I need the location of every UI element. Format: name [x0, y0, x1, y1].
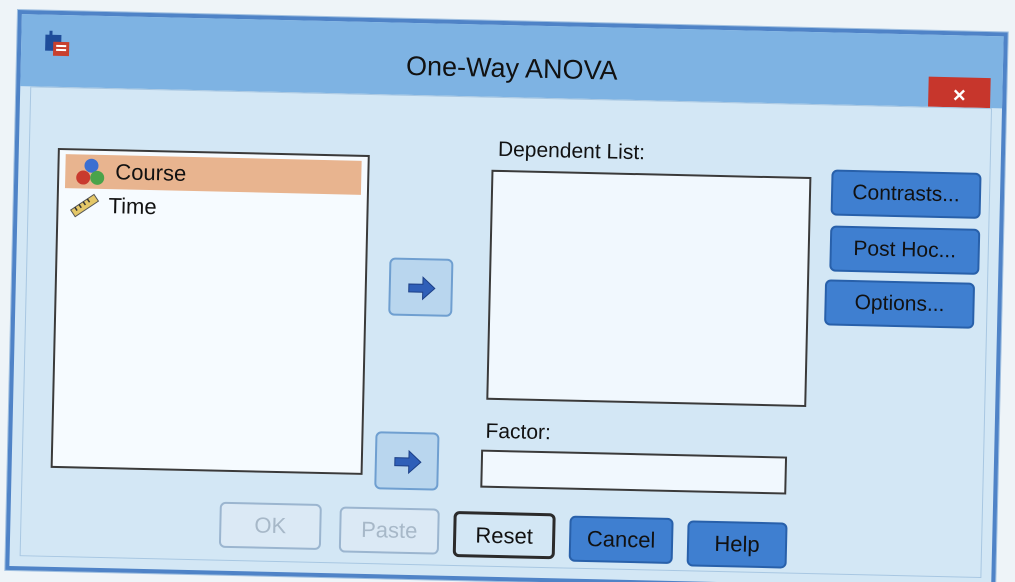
dependent-list-label: Dependent List: [497, 137, 646, 165]
dependent-list[interactable] [486, 169, 812, 407]
move-to-factor-button[interactable] [374, 431, 440, 491]
one-way-anova-dialog: One-Way ANOVA × Course Time Dependent Li… [5, 10, 1008, 582]
scale-variable-icon [66, 190, 103, 221]
nominal-variable-icon [73, 156, 110, 187]
variable-label: Course [115, 159, 187, 186]
post-hoc-button[interactable]: Post Hoc... [829, 225, 981, 275]
factor-field[interactable] [480, 449, 788, 495]
right-arrow-icon [394, 449, 422, 475]
paste-button[interactable]: Paste [338, 506, 440, 555]
dialog-body: Course Time Dependent List: Factor: Cont… [19, 86, 993, 579]
move-to-dependent-button[interactable] [388, 257, 454, 317]
ok-button[interactable]: OK [218, 501, 322, 551]
source-variable-list[interactable]: Course Time [50, 147, 370, 475]
contrasts-button[interactable]: Contrasts... [830, 169, 982, 219]
reset-button[interactable]: Reset [452, 511, 556, 560]
variable-item-time[interactable]: Time [58, 188, 367, 229]
cancel-button[interactable]: Cancel [568, 515, 674, 564]
factor-label: Factor: [485, 419, 552, 445]
screen: One-Way ANOVA × Course Time Dependent Li… [0, 0, 1015, 582]
options-button[interactable]: Options... [824, 279, 976, 329]
right-arrow-icon [408, 276, 436, 301]
help-button[interactable]: Help [686, 520, 788, 569]
dialog-title: One-Way ANOVA [405, 50, 618, 86]
variable-label: Time [108, 193, 157, 220]
